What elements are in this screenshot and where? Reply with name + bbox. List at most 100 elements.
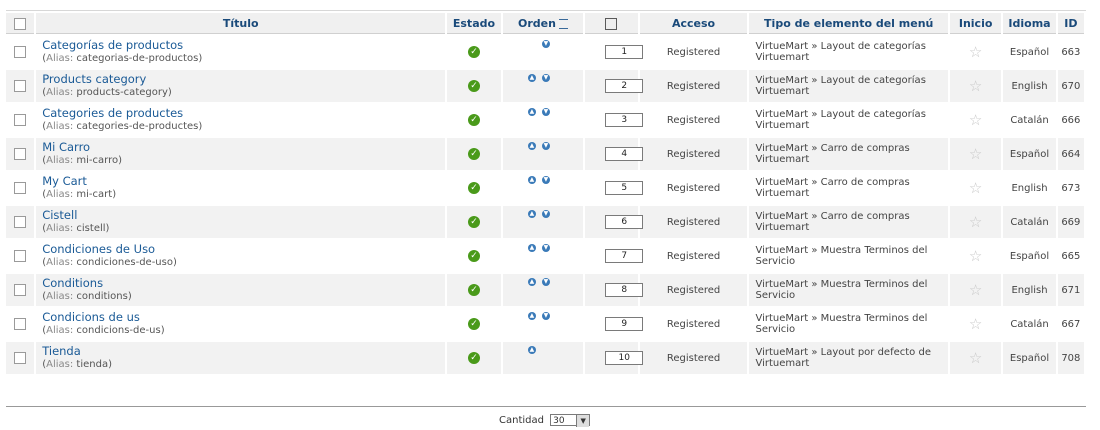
col-estado[interactable]: Estado <box>447 13 501 34</box>
star-icon[interactable]: ☆ <box>969 315 982 333</box>
col-titulo[interactable]: Título <box>36 13 446 34</box>
item-title-link[interactable]: Categories de productes <box>42 106 445 120</box>
star-icon[interactable]: ☆ <box>969 111 982 129</box>
order-input[interactable]: 1 <box>605 45 644 59</box>
move-down-icon[interactable]: ▼ <box>541 142 550 150</box>
order-input[interactable]: 6 <box>605 215 644 229</box>
order-input[interactable]: 5 <box>605 181 644 195</box>
published-check-icon[interactable]: ✓ <box>467 148 480 160</box>
item-alias: (Alias: products-category) <box>42 87 172 98</box>
move-down-icon[interactable]: ▼ <box>541 40 550 48</box>
star-icon[interactable]: ☆ <box>969 349 982 367</box>
item-title-link[interactable]: Tienda <box>42 344 445 358</box>
item-title-link[interactable]: Condicions de us <box>42 310 445 324</box>
published-check-icon[interactable]: ✓ <box>467 114 480 126</box>
published-check-icon[interactable]: ✓ <box>467 216 480 228</box>
table-footer-divider <box>6 406 1086 407</box>
row-checkbox[interactable] <box>14 80 27 92</box>
row-checkbox[interactable] <box>14 148 27 160</box>
id-cell: 666 <box>1057 104 1084 136</box>
move-up-icon[interactable]: ▲ <box>527 210 536 218</box>
select-all-checkbox[interactable] <box>14 17 27 30</box>
move-up-icon[interactable]: ▲ <box>527 142 536 150</box>
item-title-link[interactable]: Cistell <box>42 208 445 222</box>
move-down-icon[interactable]: ▼ <box>541 176 550 184</box>
published-check-icon[interactable]: ✓ <box>467 318 480 330</box>
move-down-icon[interactable]: ▼ <box>541 278 550 286</box>
published-check-icon[interactable]: ✓ <box>467 284 480 296</box>
estado-cell: ✓ <box>447 240 501 272</box>
item-alias: (Alias: conditions) <box>42 291 132 302</box>
published-check-icon[interactable]: ✓ <box>467 46 480 58</box>
move-up-icon[interactable]: ▲ <box>527 108 536 116</box>
order-input[interactable]: 3 <box>605 113 644 127</box>
row-checkbox[interactable] <box>14 318 27 330</box>
move-up-icon[interactable]: ▲ <box>527 244 536 252</box>
id-cell: 670 <box>1057 70 1084 102</box>
star-icon[interactable]: ☆ <box>969 213 982 231</box>
acceso-cell: Registered <box>639 274 748 306</box>
item-title-link[interactable]: Products category <box>42 72 445 86</box>
order-input-cell: 9 <box>585 308 644 340</box>
col-idioma[interactable]: Idioma <box>1003 13 1056 34</box>
row-checkbox[interactable] <box>14 114 27 126</box>
row-checkbox[interactable] <box>14 284 27 296</box>
move-down-icon[interactable]: ▼ <box>541 312 550 320</box>
save-order-icon[interactable] <box>605 17 618 30</box>
move-down-icon[interactable]: ▼ <box>541 108 550 116</box>
order-input[interactable]: 2 <box>605 79 644 93</box>
col-orden[interactable]: Orden <box>502 13 584 34</box>
estado-cell: ✓ <box>447 206 501 238</box>
star-icon[interactable]: ☆ <box>969 145 982 163</box>
item-alias: (Alias: condiciones-de-uso) <box>42 257 177 268</box>
col-acceso[interactable]: Acceso <box>639 13 748 34</box>
col-id[interactable]: ID <box>1057 13 1084 34</box>
order-input[interactable]: 10 <box>605 351 644 365</box>
item-title-link[interactable]: Categorías de productos <box>42 38 445 52</box>
published-check-icon[interactable]: ✓ <box>467 352 480 364</box>
item-title-link[interactable]: Mi Carro <box>42 140 445 154</box>
published-check-icon[interactable]: ✓ <box>467 182 480 194</box>
order-input[interactable]: 7 <box>605 249 644 263</box>
order-input[interactable]: 4 <box>605 147 644 161</box>
move-down-icon[interactable]: ▼ <box>541 210 550 218</box>
star-icon[interactable]: ☆ <box>969 247 982 265</box>
estado-cell: ✓ <box>447 172 501 204</box>
published-check-icon[interactable]: ✓ <box>467 250 480 262</box>
row-checkbox[interactable] <box>14 352 27 364</box>
move-down-icon[interactable]: ▼ <box>541 74 550 82</box>
item-title-link[interactable]: My Cart <box>42 174 445 188</box>
star-icon[interactable]: ☆ <box>969 77 982 95</box>
item-title-link[interactable]: Conditions <box>42 276 445 290</box>
order-input[interactable]: 9 <box>605 317 644 331</box>
move-down-icon[interactable]: ▼ <box>541 244 550 252</box>
id-cell: 671 <box>1057 274 1084 306</box>
col-tipo[interactable]: Tipo de elemento del menú <box>749 13 948 34</box>
move-up-icon[interactable]: ▲ <box>527 278 536 286</box>
cantidad-select[interactable]: 30 ▼ <box>550 414 591 427</box>
acceso-cell: Registered <box>639 308 748 340</box>
star-icon[interactable]: ☆ <box>969 281 982 299</box>
move-up-icon[interactable]: ▲ <box>527 346 536 354</box>
published-check-icon[interactable]: ✓ <box>467 80 480 92</box>
title-cell: Tienda (Alias: tienda) <box>36 342 446 374</box>
sort-order-icon[interactable] <box>558 18 568 29</box>
row-checkbox[interactable] <box>14 250 27 262</box>
table-header-row: Título Estado Orden Acceso Tipo de eleme… <box>6 13 1084 34</box>
item-title-link[interactable]: Condiciones de Uso <box>42 242 445 256</box>
chevron-down-icon[interactable]: ▼ <box>576 415 590 427</box>
move-up-icon[interactable]: ▲ <box>527 312 536 320</box>
tipo-cell: VirtueMart » Layout de categorías Virtue… <box>749 104 948 136</box>
row-checkbox[interactable] <box>14 182 27 194</box>
star-icon[interactable]: ☆ <box>969 43 982 61</box>
move-up-icon[interactable]: ▲ <box>527 74 536 82</box>
estado-cell: ✓ <box>447 342 501 374</box>
col-inicio[interactable]: Inicio <box>949 13 1002 34</box>
row-checkbox[interactable] <box>14 46 27 58</box>
star-icon[interactable]: ☆ <box>969 179 982 197</box>
idioma-cell: Catalán <box>1003 206 1056 238</box>
order-input-cell: 4 <box>585 138 644 170</box>
order-input[interactable]: 8 <box>605 283 644 297</box>
row-checkbox[interactable] <box>14 216 27 228</box>
move-up-icon[interactable]: ▲ <box>527 176 536 184</box>
